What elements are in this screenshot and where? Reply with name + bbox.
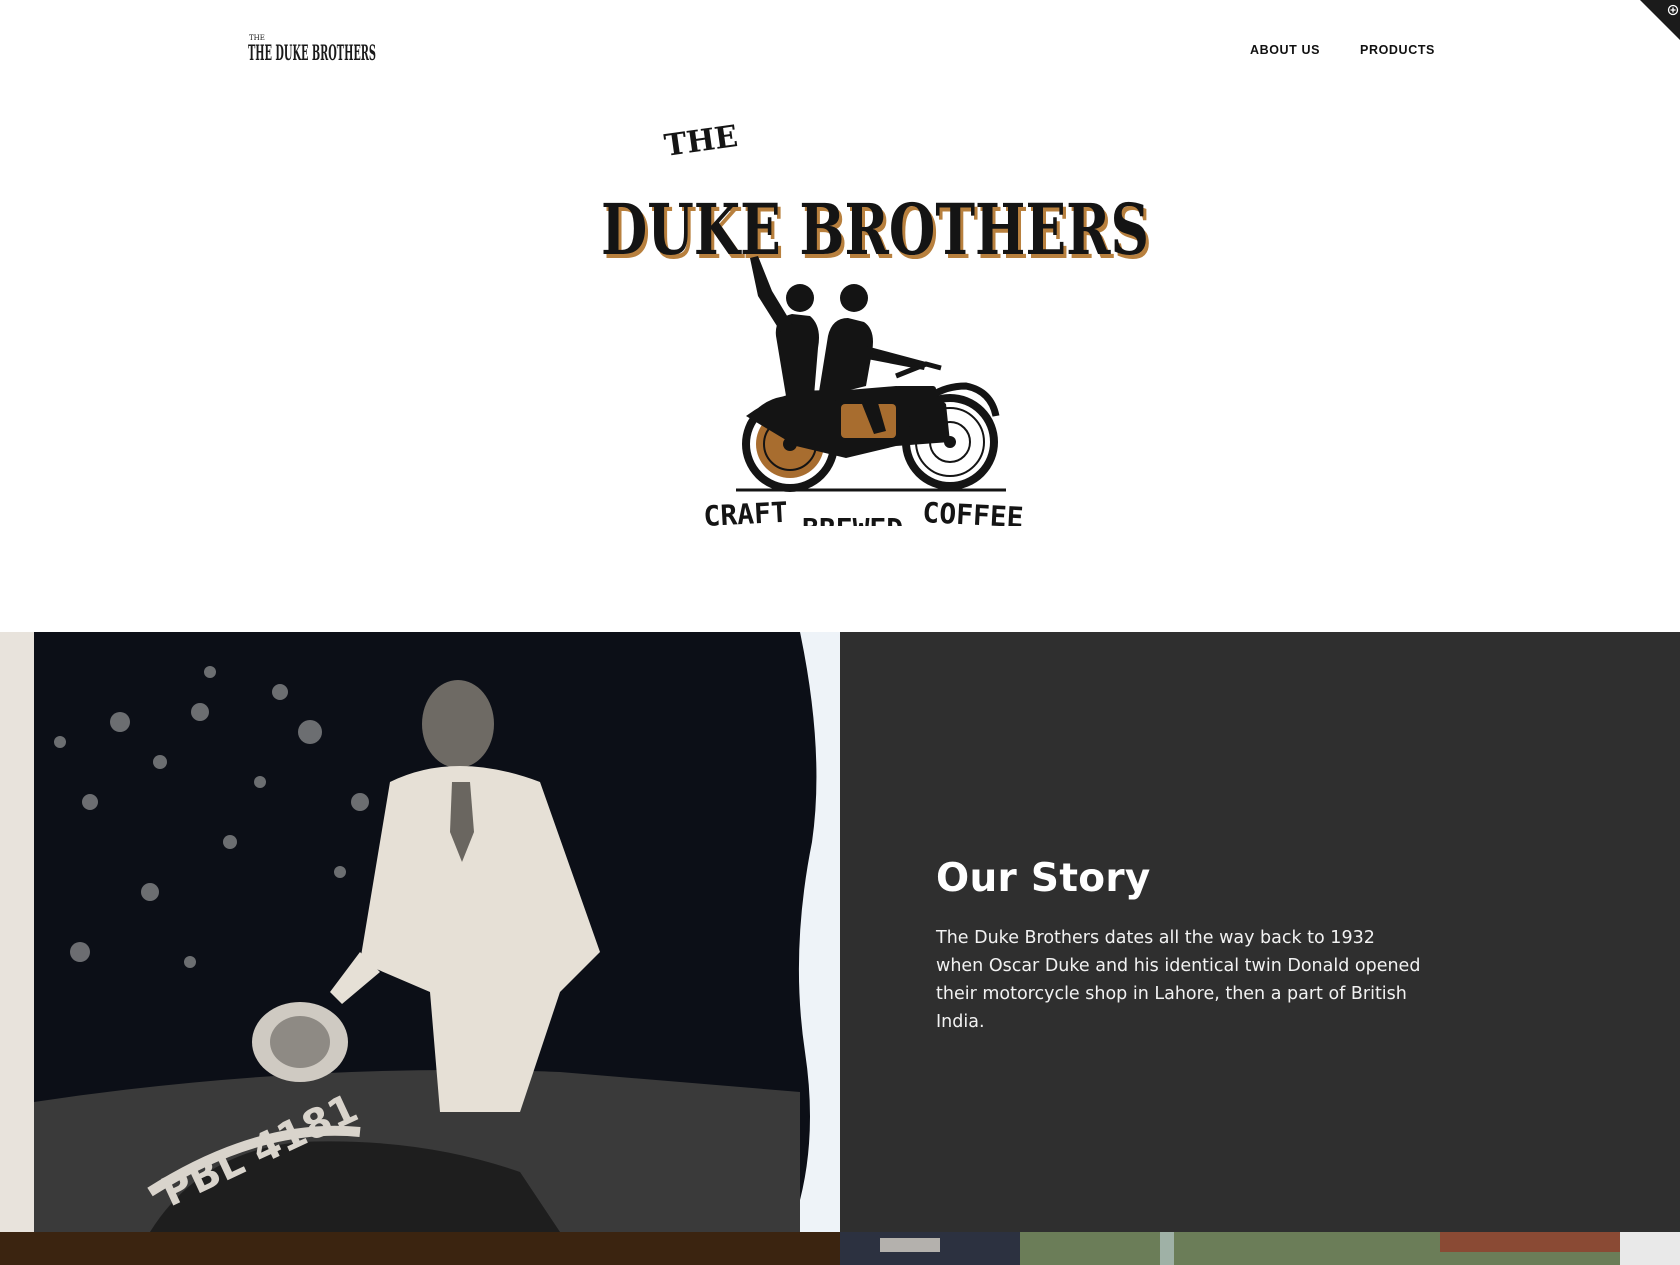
nav-products[interactable]: PRODUCTS [1360,43,1435,57]
tagline-craft: CRAFT [703,496,789,526]
vintage-motorcycle-photo: PBL 4181 [0,632,840,1232]
bottom-section-right-photo [840,1232,1680,1265]
motorcycle-riders-illustration [736,256,1006,492]
main-nav: ABOUT US PRODUCTS [1250,43,1435,57]
story-panel: Our Story The Duke Brothers dates all th… [840,632,1680,1232]
brand-logo-small[interactable]: THE THE DUKE BROTHERS [246,28,382,72]
story-body: The Duke Brothers dates all the way back… [936,928,1421,1032]
hero-logo: THE DUKE BROTHERS DUKE BROTHERS CRAFT CO… [601,119,1152,526]
bottom-photo-image [840,1232,1680,1265]
tagline-brewed: BREWED [802,512,903,526]
bottom-section-left [0,1232,840,1265]
hero-tagline: CRAFT BREWED COFFEE [703,496,1025,526]
vintage-photo-image: PBL 4181 [0,632,840,1232]
our-story-section: PBL 4181 Our Story The Duke Brothers dat… [0,632,1680,1232]
tagline-coffee: COFFEE [922,496,1025,526]
hero: THE DUKE BROTHERS DUKE BROTHERS CRAFT CO… [0,100,1680,632]
corner-settings-icon[interactable] [1640,0,1680,40]
brand-small-name: THE DUKE BROTHERS [248,40,376,65]
site-header: THE THE DUKE BROTHERS ABOUT US PRODUCTS [0,0,1680,100]
hero-logo-the: THE [662,119,740,164]
hero-logo-name: DUKE BROTHERS [601,188,1149,271]
nav-about-us[interactable]: ABOUT US [1250,43,1320,57]
story-title: Our Story [936,856,1151,901]
